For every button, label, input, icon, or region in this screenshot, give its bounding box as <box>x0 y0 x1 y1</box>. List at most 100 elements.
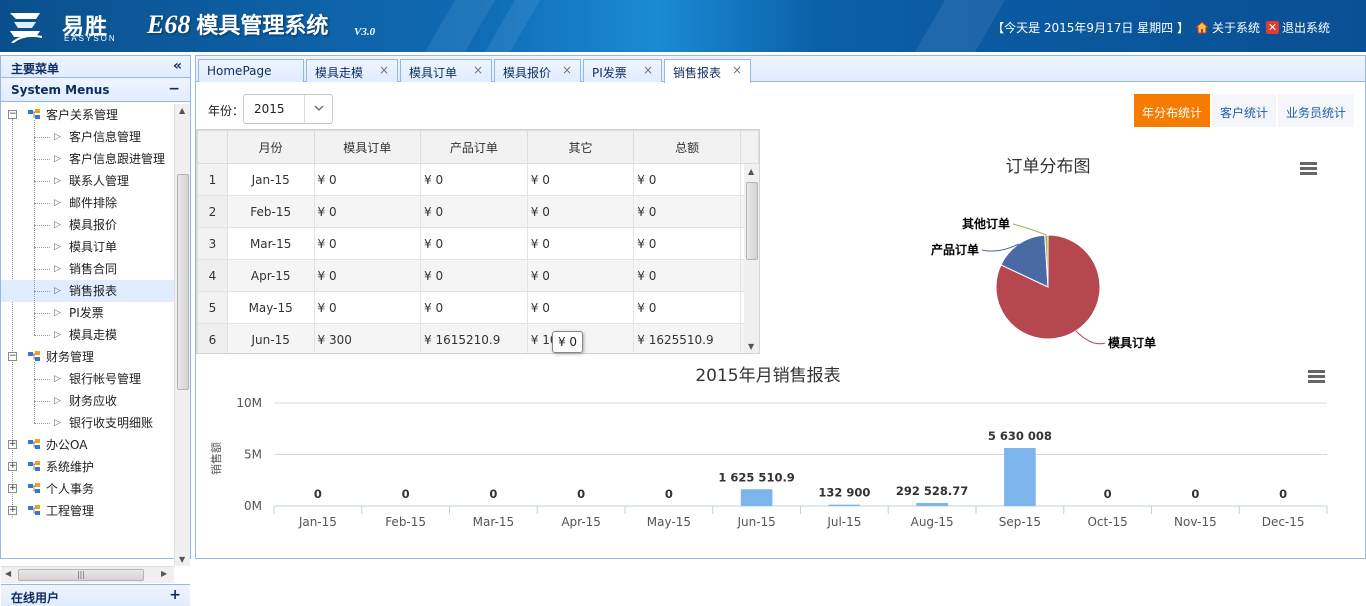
x-tick-label: Feb-15 <box>385 515 426 529</box>
sidebar-item[interactable]: ▷ PI发票 <box>1 302 174 324</box>
sidebar-item-label: 模具走模 <box>69 328 118 342</box>
bar-menu-icon[interactable] <box>1308 370 1325 384</box>
pie-connector <box>1012 223 1047 236</box>
triangle-right-icon: ▷ <box>54 286 61 296</box>
x-tick-label: Jun-15 <box>736 515 775 529</box>
collapse-sidebar-icon[interactable]: « <box>173 58 182 74</box>
tree-group-5[interactable]: + 工程管理 <box>1 500 174 522</box>
close-tab-icon[interactable]: × <box>732 63 742 77</box>
sidebar-item[interactable]: ▷ 客户信息管理 <box>1 126 174 148</box>
pie-connector <box>1075 330 1106 345</box>
system-version: V3.0 <box>354 26 376 38</box>
tab-3[interactable]: 模具报价 × <box>494 59 581 82</box>
sidebar-item-label: 销售合同 <box>69 262 118 276</box>
sidebar-item[interactable]: ▷ 销售合同 <box>1 258 174 280</box>
folder-tree-icon <box>28 109 40 119</box>
bar-data-label: 1 625 510.9 <box>718 470 794 484</box>
menu-tree: − 客户关系管理 ▷ 客户信息管理 ▷ 客户信息跟进管理 ▷ 联系人管理 ▷ 邮件排除 ▷ 模具报价 ▷… <box>1 104 174 522</box>
collapse-icon[interactable]: − <box>8 352 17 361</box>
tree-group-1[interactable]: − 财务管理 <box>1 346 174 368</box>
tab-0[interactable]: HomePage <box>198 59 304 82</box>
sidebar-item[interactable]: ▷ 财务应收 <box>1 390 174 412</box>
tree-group-label: 办公OA <box>46 438 88 452</box>
scroll-down-icon[interactable]: ▼ <box>179 555 185 564</box>
bar-data-label: 0 <box>314 487 322 501</box>
bar[interactable] <box>1004 448 1036 506</box>
close-tab-icon[interactable]: × <box>473 63 483 77</box>
bar[interactable] <box>828 504 861 506</box>
scroll-up-icon[interactable]: ▲ <box>179 106 185 115</box>
sidebar-item[interactable]: ▷ 客户信息跟进管理 <box>1 148 174 170</box>
system-title: E68 模具管理系统 <box>147 8 328 40</box>
expand-icon[interactable]: + <box>8 440 17 449</box>
sidebar-item[interactable]: ▷ 模具报价 <box>1 214 174 236</box>
expand-icon[interactable]: + <box>8 462 17 471</box>
sidebar-item[interactable]: ▷ 银行收支明细账 <box>1 412 174 434</box>
folder-tree-icon <box>28 461 40 471</box>
sidebar-header: 主要菜单 « <box>1 56 190 78</box>
tab-bar: HomePage 模具走模 × 模具订单 × 模具报价 × PI发票 × 销售报表 × <box>196 56 1365 83</box>
tab-label: 模具订单 <box>409 66 458 80</box>
online-users-title: 在线用户 <box>11 591 60 605</box>
scroll-right-icon[interactable]: ▶ <box>161 569 167 578</box>
close-tab-icon[interactable]: × <box>643 63 653 77</box>
expand-icon[interactable]: + <box>169 587 181 603</box>
sidebar-item[interactable]: ▷ 模具走模 <box>1 324 174 346</box>
bar-data-label: 0 <box>1104 487 1112 501</box>
sidebar-item-label: 模具订单 <box>69 240 118 254</box>
scroll-left-icon[interactable]: ◀ <box>5 569 11 578</box>
sidebar-item-label: 邮件排除 <box>69 196 118 210</box>
tree-group-3[interactable]: + 系统维护 <box>1 456 174 478</box>
x-tick-label: Aug-15 <box>911 515 954 529</box>
x-tick-label: Mar-15 <box>473 515 514 529</box>
triangle-right-icon: ▷ <box>54 308 61 318</box>
sidebar-item[interactable]: ▷ 模具订单 <box>1 236 174 258</box>
tab-1[interactable]: 模具走模 × <box>306 59 398 82</box>
tab-5[interactable]: 销售报表 × <box>664 59 751 83</box>
online-users-panel[interactable]: 在线用户 + <box>1 584 190 606</box>
tab-4[interactable]: PI发票 × <box>583 59 662 82</box>
sidebar-item[interactable]: ▷ 销售报表 <box>1 280 174 302</box>
tab-label: 模具报价 <box>503 66 552 80</box>
tree-group-2[interactable]: + 办公OA <box>1 434 174 456</box>
close-tab-icon[interactable]: × <box>562 63 572 77</box>
sidebar-title: 主要菜单 <box>11 62 60 76</box>
triangle-right-icon: ▷ <box>54 220 61 230</box>
tab-label: HomePage <box>207 64 272 78</box>
triangle-right-icon: ▷ <box>54 374 61 384</box>
charts-canvas: 订单分布图模具订单 产品订单 其他订单 2015年月销售报表 0M 5M 10M 销售额 0 Ja… <box>209 157 1328 529</box>
bar[interactable] <box>916 502 948 506</box>
bar-data-label: 132 900 <box>818 486 870 500</box>
triangle-right-icon: ▷ <box>54 396 61 406</box>
sidebar-item[interactable]: ▷ 邮件排除 <box>1 192 174 214</box>
tree-group-label: 工程管理 <box>46 504 95 518</box>
about-link[interactable]: 关于系统 <box>1194 19 1260 36</box>
x-tick-label: Jan-15 <box>298 515 337 529</box>
sidebar-hscrollbar[interactable]: ◀ ||| ▶ <box>1 566 174 583</box>
header-links: 【今天是 2015年9月17日 星期四 】 关于系统 ✕ 退出系统 <box>992 19 1330 36</box>
menu-section-header[interactable]: System Menus − <box>1 78 190 102</box>
tree-group-4[interactable]: + 个人事务 <box>1 478 174 500</box>
sidebar-scrollbar[interactable]: ▲ ▼ <box>174 104 190 566</box>
expand-icon[interactable]: + <box>8 506 17 515</box>
sidebar-item[interactable]: ▷ 银行帐号管理 <box>1 368 174 390</box>
exit-label: 退出系统 <box>1281 21 1330 35</box>
triangle-right-icon: ▷ <box>54 132 61 142</box>
collapse-icon[interactable]: − <box>8 110 17 119</box>
bar[interactable] <box>740 489 773 506</box>
pie-label: 产品订单 <box>931 242 979 257</box>
exit-link[interactable]: ✕ 退出系统 <box>1265 19 1330 36</box>
collapse-section-icon[interactable]: − <box>168 81 180 97</box>
pie-label: 模具订单 <box>1108 335 1156 350</box>
tab-2[interactable]: 模具订单 × <box>400 59 492 82</box>
scrollbar-thumb[interactable] <box>177 174 189 390</box>
pie-menu-icon[interactable] <box>1300 162 1317 176</box>
sidebar-item[interactable]: ▷ 联系人管理 <box>1 170 174 192</box>
tree-group-0[interactable]: − 客户关系管理 <box>1 104 174 126</box>
expand-icon[interactable]: + <box>8 484 17 493</box>
x-tick-label: Dec-15 <box>1262 515 1305 529</box>
hscrollbar-thumb[interactable]: ||| <box>18 569 144 581</box>
triangle-right-icon: ▷ <box>54 264 61 274</box>
close-tab-icon[interactable]: × <box>379 63 389 77</box>
y-tick-label: 0M <box>244 499 262 513</box>
